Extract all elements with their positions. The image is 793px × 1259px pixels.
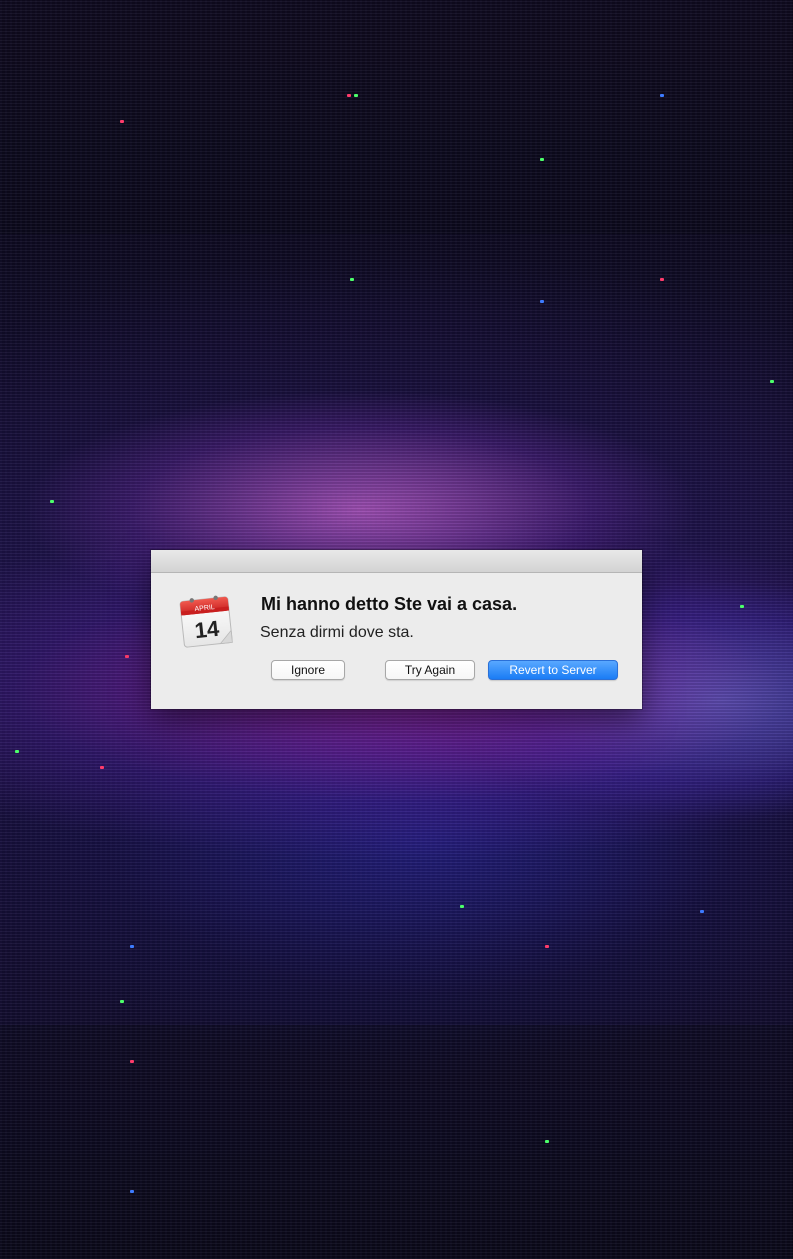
desktop-wallpaper: APRIL 14 Mi hanno detto Ste vai a casa. …	[0, 0, 793, 1259]
glitch-speck	[770, 380, 774, 383]
glitch-band-bottom	[0, 1025, 793, 1259]
glitch-speck	[540, 158, 544, 161]
glitch-speck	[660, 278, 664, 281]
calendar-day-label: 14	[193, 616, 221, 644]
ignore-button[interactable]: Ignore	[271, 660, 345, 680]
glitch-speck	[700, 910, 704, 913]
glitch-speck	[130, 1060, 134, 1063]
glitch-speck	[347, 94, 351, 97]
glitch-speck	[130, 945, 134, 948]
glitch-speck	[100, 766, 104, 769]
glitch-speck	[540, 300, 544, 303]
glitch-speck	[15, 750, 19, 753]
glitch-speck	[460, 905, 464, 908]
glitch-band-top	[0, 0, 793, 234]
revert-to-server-button[interactable]: Revert to Server	[488, 660, 618, 680]
alert-title: Mi hanno detto Ste vai a casa.	[261, 594, 518, 614]
glitch-speck	[660, 94, 664, 97]
alert-dialog: APRIL 14 Mi hanno detto Ste vai a casa. …	[151, 550, 642, 709]
glitch-speck	[350, 278, 354, 281]
glitch-speck	[354, 94, 358, 97]
glitch-speck	[120, 120, 124, 123]
alert-message: Senza dirmi dove sta.	[260, 624, 414, 641]
glitch-speck	[545, 945, 549, 948]
glitch-speck	[545, 1140, 549, 1143]
glitch-speck	[130, 1190, 134, 1193]
glitch-speck	[125, 655, 129, 658]
calendar-icon: APRIL 14	[178, 593, 234, 649]
try-again-button[interactable]: Try Again	[385, 660, 475, 680]
glitch-speck	[50, 500, 54, 503]
dialog-titlebar[interactable]	[151, 550, 642, 573]
glitch-speck	[740, 605, 744, 608]
glitch-speck	[120, 1000, 124, 1003]
